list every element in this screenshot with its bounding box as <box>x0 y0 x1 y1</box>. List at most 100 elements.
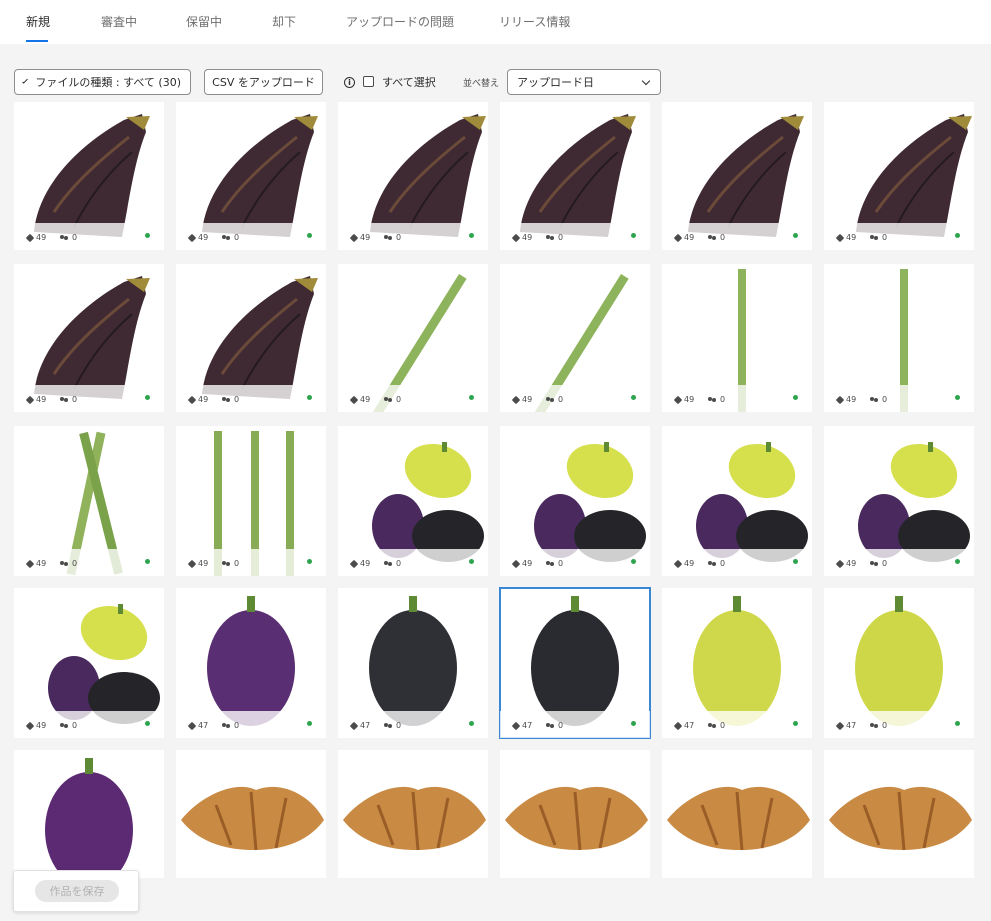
tab-rejected[interactable]: 却下 <box>272 13 296 30</box>
tag-icon <box>187 395 197 404</box>
asset-tile[interactable]: 49 0 <box>176 102 326 250</box>
tab-in-review[interactable]: 審査中 <box>101 13 137 30</box>
status-dot <box>793 233 798 238</box>
people-count: 0 <box>870 559 887 568</box>
tab-bar: 新規 審査中 保留中 却下 アップロードの問題 リリース情報 <box>0 0 991 44</box>
status-dot <box>307 233 312 238</box>
tab-pending[interactable]: 保留中 <box>186 13 222 30</box>
tag-icon <box>349 233 359 242</box>
asset-tile[interactable]: 49 0 <box>824 426 974 576</box>
people-icon <box>708 234 717 241</box>
people-count-value: 0 <box>72 721 78 730</box>
asset-tile[interactable]: 49 0 <box>500 264 650 412</box>
asset-tile[interactable] <box>662 750 812 878</box>
status-dot <box>631 395 636 400</box>
people-count: 0 <box>546 395 563 404</box>
sort-select[interactable]: アップロード日 <box>507 69 661 95</box>
people-icon <box>384 234 393 241</box>
asset-tile[interactable]: 49 0 <box>14 102 164 250</box>
people-count: 0 <box>222 233 239 242</box>
tag-icon <box>673 233 683 242</box>
keyword-count-value: 49 <box>846 559 857 568</box>
asset-tile[interactable]: 49 0 <box>824 102 974 250</box>
keyword-count-value: 49 <box>522 233 533 242</box>
keyword-count: 49 <box>187 233 208 242</box>
people-count-value: 0 <box>396 395 402 404</box>
people-count: 0 <box>222 721 239 730</box>
people-count-value: 0 <box>72 395 78 404</box>
asset-tile[interactable]: 49 0 <box>662 426 812 576</box>
asset-tile[interactable] <box>500 750 650 878</box>
people-count: 0 <box>546 559 563 568</box>
asset-tile[interactable] <box>176 750 326 878</box>
status-dot <box>793 395 798 400</box>
people-count-value: 0 <box>558 395 564 404</box>
keyword-count-value: 49 <box>522 559 533 568</box>
asset-tile[interactable]: 49 0 <box>338 426 488 576</box>
asset-tile[interactable]: 49 0 <box>338 264 488 412</box>
keyword-count: 49 <box>349 233 371 242</box>
asset-tile[interactable] <box>824 750 974 878</box>
asset-tile[interactable]: 49 0 <box>176 264 326 412</box>
status-dot <box>145 721 150 726</box>
asset-tile[interactable]: 49 0 <box>500 102 650 250</box>
sort-select-value: アップロード日 <box>517 76 594 89</box>
keyword-count-value: 47 <box>360 721 371 730</box>
people-count: 0 <box>60 721 77 730</box>
asset-tile[interactable]: 49 0 <box>14 426 164 576</box>
people-icon <box>60 560 69 567</box>
keyword-count-value: 49 <box>360 395 371 404</box>
asset-tile[interactable]: 49 0 <box>500 426 650 576</box>
asset-tile[interactable]: 49 0 <box>662 102 812 250</box>
people-count: 0 <box>222 395 239 404</box>
tag-icon <box>25 721 35 730</box>
status-dot <box>307 721 312 726</box>
people-icon <box>546 234 555 241</box>
select-all-checkbox[interactable] <box>363 76 374 87</box>
people-icon <box>708 560 717 567</box>
status-dot <box>955 233 960 238</box>
asset-tile[interactable]: 47 0 <box>499 587 651 739</box>
people-count-value: 0 <box>396 559 402 568</box>
people-count: 0 <box>384 559 401 568</box>
asset-tile[interactable]: 47 0 <box>338 588 488 738</box>
people-count-value: 0 <box>396 233 402 242</box>
asset-tile[interactable]: 47 0 <box>662 588 812 738</box>
status-dot <box>631 721 636 726</box>
people-count: 0 <box>870 233 887 242</box>
asset-tile[interactable]: 49 0 <box>176 426 326 576</box>
tag-icon <box>511 233 521 242</box>
people-icon <box>60 722 69 729</box>
asset-tile[interactable]: 47 0 <box>176 588 326 738</box>
people-icon <box>222 722 231 729</box>
tag-icon <box>511 721 521 730</box>
people-count: 0 <box>384 233 401 242</box>
people-count-value: 0 <box>720 395 726 404</box>
people-count-value: 0 <box>882 233 888 242</box>
asset-tile[interactable]: 49 0 <box>338 102 488 250</box>
people-count: 0 <box>708 559 725 568</box>
csv-upload-button[interactable]: CSV をアップロード <box>204 69 323 95</box>
people-count: 0 <box>708 233 725 242</box>
asset-tile[interactable]: 49 0 <box>14 264 164 412</box>
save-panel: 作品を保存 <box>13 870 139 912</box>
asset-tile[interactable]: 49 0 <box>662 264 812 412</box>
tab-release-info[interactable]: リリース情報 <box>499 13 570 30</box>
asset-tile[interactable] <box>338 750 488 878</box>
select-all-label[interactable]: すべて選択 <box>382 74 436 90</box>
tab-new[interactable]: 新規 <box>26 13 50 30</box>
file-type-filter-button[interactable]: ファイルの種類 : すべて (30) <box>14 69 191 95</box>
people-icon <box>870 396 879 403</box>
asset-tile[interactable] <box>14 750 164 878</box>
keyword-count-value: 49 <box>360 233 371 242</box>
asset-tile[interactable]: 47 0 <box>824 588 974 738</box>
keyword-count-value: 49 <box>684 559 695 568</box>
info-icon[interactable]: i <box>344 77 355 88</box>
asset-tile[interactable]: 49 0 <box>14 588 164 738</box>
save-works-button[interactable]: 作品を保存 <box>35 880 119 902</box>
asset-tile[interactable]: 49 0 <box>824 264 974 412</box>
status-dot <box>145 395 150 400</box>
keyword-count: 47 <box>349 721 371 730</box>
keyword-count: 49 <box>673 395 694 404</box>
tab-upload-issues[interactable]: アップロードの問題 <box>346 13 454 30</box>
